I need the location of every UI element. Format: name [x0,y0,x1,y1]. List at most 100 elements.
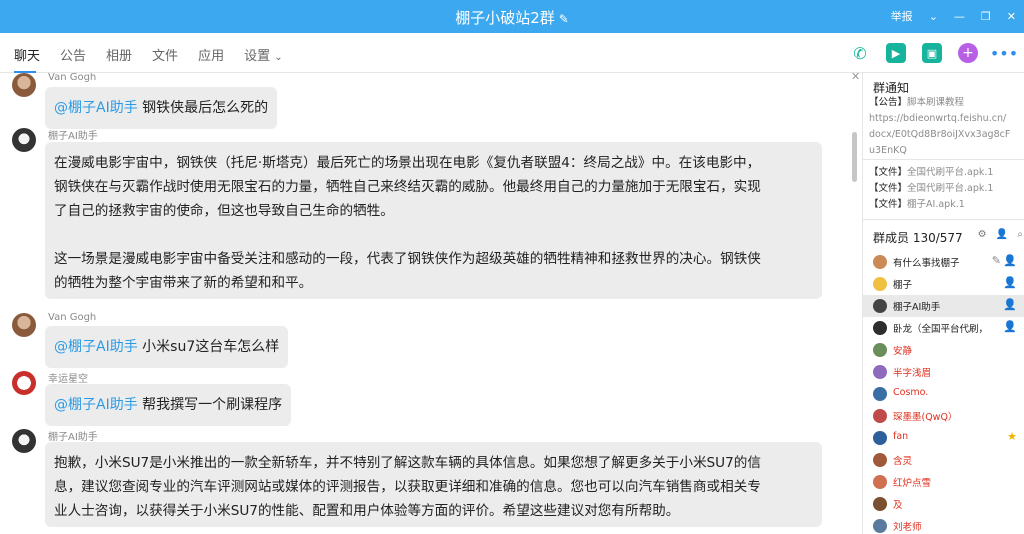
close-icon[interactable]: ✕ [851,70,860,83]
notice-title: 群通知 [873,81,910,95]
member-avatar [873,475,887,489]
member-name: 及 [893,500,903,511]
member-avatar [873,409,887,423]
owner-badge-icon: 👤 [1003,254,1017,267]
chevron-down-icon[interactable]: ⌄ [929,10,938,23]
member-item[interactable]: 刘老师 [863,515,1024,534]
member-avatar [873,299,887,313]
message-line: 的牺牲为整个宇宙带来了新的希望和和平。 [54,275,313,291]
edit-icon[interactable]: ✎ [992,254,1001,267]
tab-album[interactable]: 相册 [106,45,132,73]
add-member-icon[interactable]: 👤 [996,229,1008,240]
member-avatar [873,365,887,379]
chevron-down-icon: ⌄ [274,52,283,63]
member-item[interactable]: 卧龙（全国平台代刷，全 👤 [863,317,1024,339]
sender-name: 棚子AI助手 [48,131,98,142]
member-name: 棚子 [893,280,913,291]
divider [863,219,1024,220]
window-controls: 举报 ⌄ — ❐ ✕ [875,8,1016,24]
voice-call-icon[interactable]: ✆ [850,43,870,63]
member-avatar [873,431,887,445]
member-avatar [873,343,887,357]
divider [863,159,1024,160]
add-app-icon[interactable]: + [958,43,978,63]
avatar[interactable] [12,429,36,453]
member-item[interactable]: 琛墨墨(QwQ） [863,405,1024,427]
member-item[interactable]: 红炉点雪 [863,471,1024,493]
announcement[interactable]: 【公告】脚本刷课教程 https://bdieonwrtq.feishu.cn/… [869,95,1010,159]
message-line: 抱歉，小米SU7是小米推出的一款全新轿车，并不特别了解这款车辆的具体信息。如果您… [54,455,761,471]
file-item[interactable]: 【文件】全国代刷平台.apk.1 [869,181,993,197]
more-icon[interactable]: ••• [990,43,1018,63]
message-line: 这一场景是漫威电影宇宙中备受关注和感动的一段，代表了钢铁侠作为超级英雄的牺牲精神… [54,251,761,267]
admin-badge-icon: 👤 [1003,320,1017,333]
tab-bar: 聊天 公告 相册 文件 应用 设置 ⌄ ✆ ▶ ▣ + ••• [0,33,1024,73]
member-name: 卧龙（全国平台代刷，全 [893,324,988,335]
file-item[interactable]: 【文件】棚子AI.apk.1 [869,197,993,213]
classroom-icon[interactable]: ▣ [922,43,942,63]
member-avatar [873,277,887,291]
report-button[interactable]: 举报 [891,8,913,24]
search-icon[interactable]: ⌕ [1017,229,1023,240]
member-item[interactable]: 有什么事找棚子 👤 ✎ [863,251,1024,273]
tab-chat[interactable]: 聊天 [14,45,40,73]
tab-settings[interactable]: 设置 ⌄ [244,45,283,73]
member-tools: ⚙ 👤 ⌕ [972,229,1023,240]
member-name: 安静 [893,346,913,357]
mention[interactable]: @棚子AI助手 [54,100,138,116]
message-line: 钢铁侠在与灭霸作战时使用无限宝石的力量，牺牲自己来终结灭霸的威胁。他最终用自己的… [54,179,761,195]
message-line: 在漫威电影宇宙中，钢铁侠（托尼·斯塔克）最后死亡的场景出现在电影《复仇者联盟4：… [54,155,761,171]
members-header: 群成员 130/577 ⚙ 👤 ⌕ [873,229,1023,246]
sender-name: Van Gogh [48,312,97,323]
scrollbar[interactable] [852,132,857,182]
member-item[interactable]: 安静 [863,339,1024,361]
member-item[interactable]: 半字浅眉 [863,361,1024,383]
member-name: 半字浅眉 [893,368,932,379]
minimize-button[interactable]: — [954,10,965,23]
video-call-icon[interactable]: ▶ [886,43,906,63]
announcement-link[interactable]: u3EnKQ [869,143,1010,159]
star-icon: ★ [1007,430,1017,443]
window-title[interactable]: 棚子小破站2群 ✎ [0,7,1024,28]
member-name: 琛墨墨(QwQ） [893,412,958,423]
pencil-icon[interactable]: ✎ [559,12,569,26]
member-item[interactable]: 棚子AI助手 👤 [863,295,1024,317]
member-item[interactable]: Cosmo. [863,383,1024,405]
avatar[interactable] [12,73,36,97]
member-name: 含灵 [893,456,913,467]
message-bubble[interactable]: @棚子AI助手 小米su7这台车怎么样 [45,326,289,368]
mention[interactable]: @棚子AI助手 [54,339,138,355]
restore-button[interactable]: ❐ [981,10,991,23]
tab-files[interactable]: 文件 [152,45,178,73]
avatar[interactable] [12,313,36,337]
member-item[interactable]: 棚子 👤 [863,273,1024,295]
sender-name: 幸运星空 [48,374,88,385]
announcement-link[interactable]: docx/E0tQd8Br8oiJXvx3ag8cF [869,127,1010,143]
message-bubble[interactable]: @棚子AI助手 钢铁侠最后怎么死的 [45,87,278,129]
chat-area[interactable]: Van Gogh @棚子AI助手 钢铁侠最后怎么死的 棚子AI助手 在漫威电影宇… [0,73,862,534]
avatar[interactable] [12,128,36,152]
member-avatar [873,519,887,533]
message-bubble[interactable]: @棚子AI助手 帮我撰写一个刷课程序 [45,384,292,426]
avatar[interactable] [12,371,36,395]
members-count: 群成员 130/577 [873,231,963,245]
mention[interactable]: @棚子AI助手 [54,397,138,413]
tab-apps[interactable]: 应用 [198,45,224,73]
member-settings-icon[interactable]: ⚙ [978,229,987,240]
title-bar: 棚子小破站2群 ✎ 举报 ⌄ — ❐ ✕ [0,0,1024,33]
sender-name: 棚子AI助手 [48,432,98,443]
close-button[interactable]: ✕ [1007,10,1016,23]
message-bubble[interactable]: 抱歉，小米SU7是小米推出的一款全新轿车，并不特别了解这款车辆的具体信息。如果您… [45,442,822,527]
message-line: 息，建议您查阅专业的汽车评测网站或媒体的评测报告，以获取更详细和准确的信息。您也… [54,479,761,495]
announcement-link[interactable]: https://bdieonwrtq.feishu.cn/ [869,111,1010,127]
member-avatar [873,387,887,401]
member-name: 刘老师 [893,522,922,533]
message-bubble[interactable]: 在漫威电影宇宙中，钢铁侠（托尼·斯塔克）最后死亡的场景出现在电影《复仇者联盟4：… [45,142,822,299]
member-avatar [873,497,887,511]
member-item[interactable]: 含灵 [863,449,1024,471]
tab-announcements[interactable]: 公告 [60,45,86,73]
member-item[interactable]: 及 [863,493,1024,515]
file-item[interactable]: 【文件】全国代刷平台.apk.1 [869,165,993,181]
member-name: 红炉点雪 [893,478,932,489]
member-item[interactable]: fan ★ [863,427,1024,449]
